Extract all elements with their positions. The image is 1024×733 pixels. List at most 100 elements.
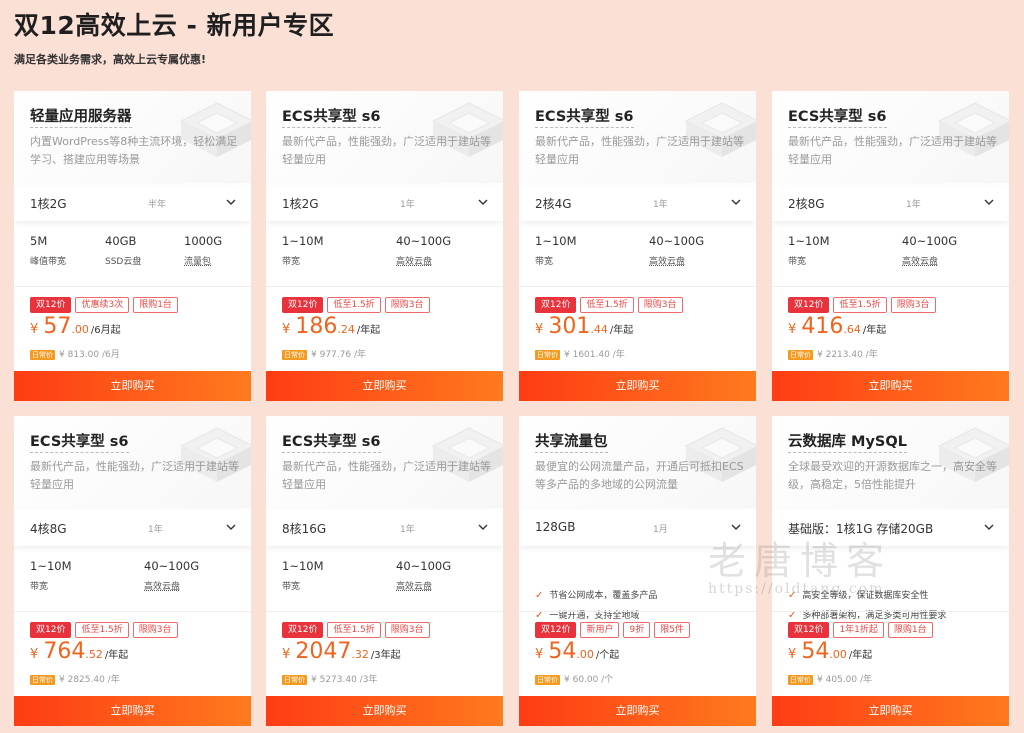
spec-value: 128GB [535,520,576,534]
original-price-value: ¥ 60.00 /个 [564,675,614,685]
divider [266,286,503,287]
product-card: ECS共享型 s6 最新代产品，性能强劲，广泛适用于建站等轻量应用 4核8G 1年 1~… [14,416,251,726]
promo-tag: 双12价 [282,622,324,638]
check-icon: ✓ [535,590,544,601]
price-currency: ¥ [30,322,39,337]
spec-duration: 1月 [653,525,668,535]
chevron-down-icon [478,524,488,530]
price: ¥ 54.00/年起 [788,639,872,664]
product-name[interactable]: 云数据库 MySQL [788,430,907,453]
original-price: 日常价 ¥ 1601.40 /年 [535,347,625,360]
original-price: 日常价 ¥ 2213.40 /年 [788,347,878,360]
product-name[interactable]: ECS共享型 s6 [30,430,129,453]
product-card: 共享流量包最便宜的公网流量产品，开通后可抵扣ECS等多产品的多地域的公网流量 12… [519,416,756,726]
price-decimal: .64 [843,323,861,336]
spec-duration: 半年 [148,200,167,210]
divider [14,286,251,287]
product-card: 轻量应用服务器 内置WordPress等8种主流环境，轻松满足学习、搭建应用等场景… [14,91,251,401]
price-unit: /3年起 [370,650,401,661]
spec-item-value: 1000G [184,234,223,248]
spec-dropdown[interactable]: 8核16G 1年 [266,510,503,546]
buy-button[interactable]: 立即购买 [772,696,1009,726]
spec-item: 40~100G 高效云盘 [144,559,199,592]
feature-text: 一键开通，支持全地域 [549,611,640,621]
spec-dropdown[interactable]: 2核8G 1年 [772,185,1009,221]
tag-list: 双12价 低至1.5折 限购3台 [30,622,182,638]
promo-tag: 低至1.5折 [75,622,129,638]
original-price-value: ¥ 2825.40 /年 [59,675,120,685]
original-price-badge: 日常价 [30,674,55,685]
spec-value: 8核16G [282,522,327,536]
spec-list: 1~10M 带宽 40~100G 高效云盘 [282,234,497,274]
price-decimal: .52 [85,648,103,661]
tag-list: 双12价 低至1.5折 限购3台 [788,297,940,313]
product-card: 云数据库 MySQL 全球最受欢迎的开源数据库之一，高安全等级，高稳定，5倍性能提… [772,416,1009,726]
divider [519,611,756,612]
promo-tag: 双12价 [788,622,830,638]
product-name[interactable]: 轻量应用服务器 [30,105,132,128]
original-price: 日常价 ¥ 5273.40 /3年 [282,672,377,685]
promo-tag: 限5件 [654,622,690,638]
buy-button[interactable]: 立即购买 [772,371,1009,401]
spec-duration: 1年 [400,200,415,210]
original-price-value: ¥ 405.00 /年 [817,675,872,685]
price: ¥ 54.00/个起 [535,639,619,664]
spec-dropdown[interactable]: 2核4G 1年 [519,185,756,221]
product-name[interactable]: 共享流量包 [535,430,608,453]
spec-dropdown[interactable]: 128GB 1月 [519,510,756,546]
product-card: ECS共享型 s6 最新代产品，性能强劲，广泛适用于建站等轻量应用 2核8G 1年 1~… [772,91,1009,401]
spec-value: 基础版：1核1G 存储20GB [788,522,934,536]
buy-button[interactable]: 立即购买 [266,371,503,401]
price-integer: 54 [548,639,577,664]
original-price-value: ¥ 813.00 /6月 [59,350,120,360]
spec-item-value: 40~100G [902,234,958,248]
price: ¥ 301.44/年起 [535,314,633,339]
original-price-value: ¥ 5273.40 /3年 [311,675,378,685]
spec-item-label: 高效云盘 [396,257,433,267]
price: ¥ 57.00/6月起 [30,314,121,339]
spec-item-value: 1~10M [535,234,577,248]
price-currency: ¥ [282,322,291,337]
buy-button[interactable]: 立即购买 [519,696,756,726]
promo-tag: 双12价 [788,297,830,313]
spec-dropdown[interactable]: 1核2G 1年 [266,185,503,221]
spec-dropdown[interactable]: 基础版：1核1G 存储20GB [772,510,1009,546]
spec-item: 40~100G 高效云盘 [396,559,451,592]
buy-button[interactable]: 立即购买 [14,696,251,726]
buy-button[interactable]: 立即购买 [14,371,251,401]
spec-item-label: 带宽 [30,582,49,592]
price: ¥ 186.24/年起 [282,314,380,339]
buy-button[interactable]: 立即购买 [519,371,756,401]
page-title: 双12高效上云 - 新用户专区 [14,11,335,40]
price-unit: /年起 [862,325,887,336]
spec-dropdown[interactable]: 1核2G 半年 [14,185,251,221]
buy-button[interactable]: 立即购买 [266,696,503,726]
spec-item: 40~100G 高效云盘 [649,234,704,267]
product-name[interactable]: ECS共享型 s6 [282,430,381,453]
spec-item-value: 40GB [105,234,137,248]
spec-value: 1核2G [282,197,319,211]
original-price: 日常价 ¥ 977.76 /年 [282,347,366,360]
promo-tag: 限购1台 [133,297,178,313]
spec-dropdown[interactable]: 4核8G 1年 [14,510,251,546]
feature-item: ✓ 节省公网成本，覆盖多产品 [535,586,750,606]
feature-list: ✓ 高安全等级，保证数据库安全性 ✓ 多种部署架构，满足多类可用性要求 [788,586,1003,626]
tag-list: 双12价 新用户 9折 限5件 [535,622,694,638]
chevron-down-icon [984,199,994,205]
product-description: 最便宜的公网流量产品，开通后可抵扣ECS等多产品的多地域的公网流量 [535,460,744,491]
price-unit: /年起 [609,325,634,336]
promo-tag: 1年1折起 [833,622,884,638]
price-unit: /个起 [595,650,620,661]
product-name[interactable]: ECS共享型 s6 [788,105,887,128]
price-integer: 2047 [295,639,352,664]
spec-value: 4核8G [30,522,67,536]
original-price-value: ¥ 977.76 /年 [311,350,366,360]
spec-item-value: 1~10M [30,559,72,573]
product-description: 最新代产品，性能强劲，广泛适用于建站等轻量应用 [788,135,997,166]
product-card: ECS共享型 s6 最新代产品，性能强劲，广泛适用于建站等轻量应用 1核2G 1年 1~… [266,91,503,401]
chevron-down-icon [731,199,741,205]
product-name[interactable]: ECS共享型 s6 [282,105,381,128]
price-currency: ¥ [535,322,544,337]
product-name[interactable]: ECS共享型 s6 [535,105,634,128]
spec-item-label: 带宽 [535,257,554,267]
